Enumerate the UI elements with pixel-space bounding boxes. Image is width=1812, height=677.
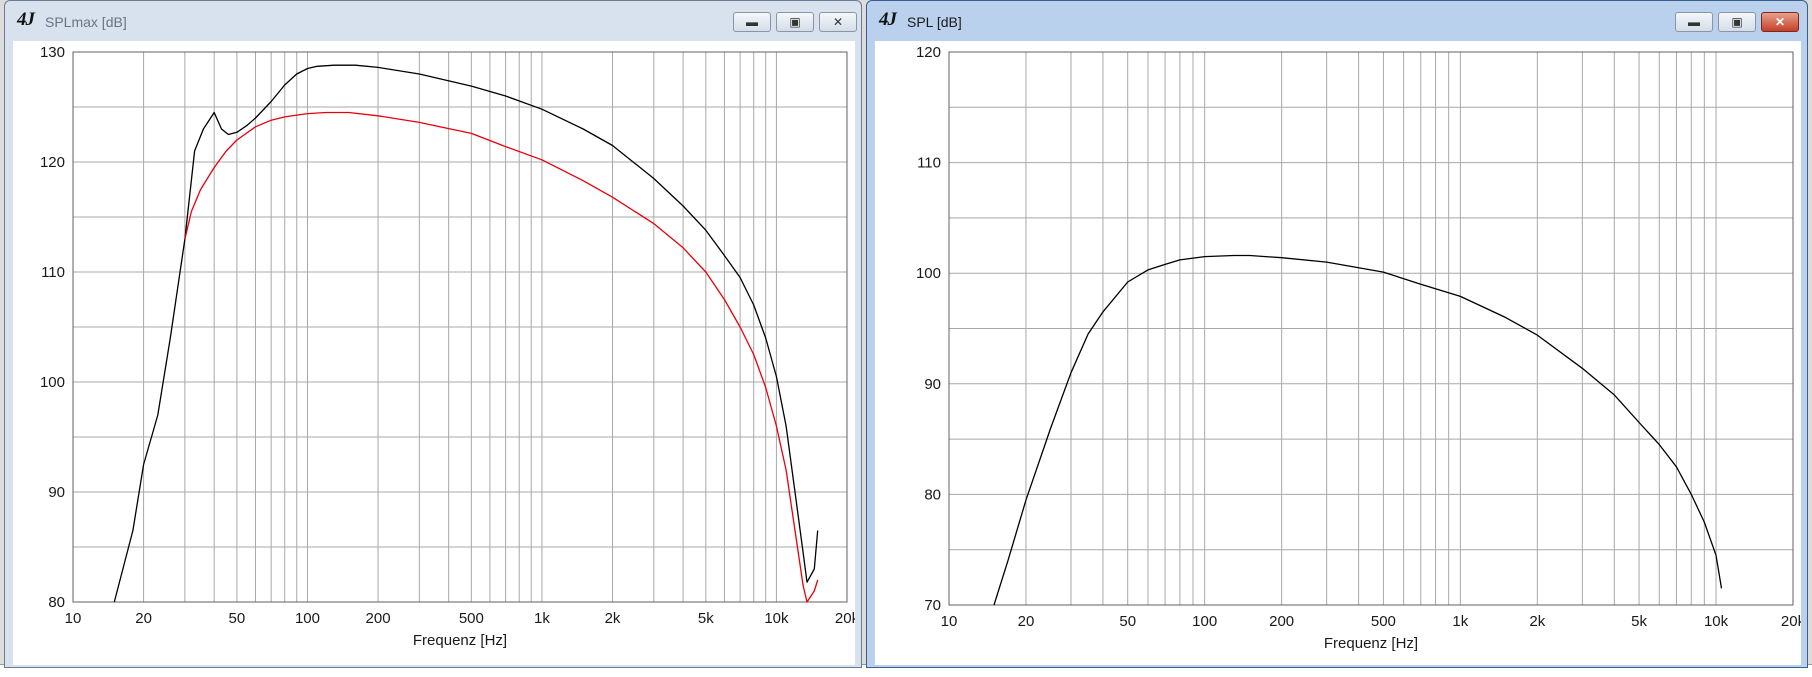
x-tick-label: 20 [135, 610, 152, 627]
chart-area: 80 90 100 110 120 130 10 20 50 100 200 500 1k 2k 5k 10k… [13, 41, 860, 665]
y-tick-label: 110 [41, 264, 65, 281]
close-icon: ✕ [832, 15, 844, 29]
close-button[interactable]: ✕ [819, 12, 857, 32]
x-axis-label: Frequenz [Hz] [413, 632, 507, 649]
x-tick-label: 20k [1781, 613, 1801, 630]
window-title: SPL [dB] [907, 14, 962, 30]
maximize-icon: ▣ [789, 15, 801, 29]
x-tick-label: 2k [1529, 613, 1545, 630]
close-icon: ✕ [1774, 15, 1786, 29]
y-tick-label: 130 [40, 44, 65, 61]
minimize-icon: ▬ [1688, 15, 1700, 29]
y-tick-label: 100 [916, 265, 941, 282]
title-bar[interactable]: 4J SPLmax [dB] ▬ ▣ ✕ [5, 1, 861, 41]
x-tick-label: 5k [1631, 613, 1647, 630]
y-tick-label: 90 [924, 376, 941, 393]
x-tick-label: 500 [459, 610, 484, 627]
x-tick-label: 2k [605, 610, 621, 627]
minimize-button[interactable]: ▬ [1675, 12, 1713, 32]
x-tick-label: 1k [534, 610, 550, 627]
x-tick-label: 100 [295, 610, 320, 627]
x-tick-label: 10k [1704, 613, 1729, 630]
x-tick-label: 10 [65, 610, 82, 627]
x-tick-label: 200 [1269, 613, 1294, 630]
y-tick-label: 100 [40, 374, 65, 391]
app-logo-icon: 4J [17, 9, 35, 30]
y-tick-label: 70 [924, 597, 941, 614]
y-tick-label: 80 [924, 486, 941, 503]
x-axis-label: Frequenz [Hz] [1324, 635, 1418, 652]
x-tick-label: 10 [941, 613, 958, 630]
maximize-button[interactable]: ▣ [1718, 12, 1756, 32]
chart-area: 70 80 90 100 110 120 10 20 50 100 200 500 1k 2k 5k 10k 2… [875, 41, 1806, 665]
x-tick-label: 5k [698, 610, 714, 627]
window-splmax[interactable]: 4J SPLmax [dB] ▬ ▣ ✕ 80 90 100 110 120 130 10 2… [4, 0, 862, 668]
x-tick-label: 500 [1371, 613, 1396, 630]
x-tick-label: 50 [229, 610, 246, 627]
close-button[interactable]: ✕ [1761, 12, 1799, 32]
y-tick-label: 110 [917, 155, 941, 172]
x-tick-label: 200 [366, 610, 391, 627]
y-tick-label: 90 [48, 484, 65, 501]
x-tick-label: 50 [1119, 613, 1136, 630]
y-tick-label: 120 [916, 44, 941, 61]
title-bar[interactable]: 4J SPL [dB] ▬ ▣ ✕ [867, 1, 1807, 41]
x-tick-label: 100 [1192, 613, 1217, 630]
chart-splmax: 80 90 100 110 120 130 10 20 50 100 200 500 1k 2k 5k 10k… [40, 44, 860, 649]
app-logo-icon: 4J [879, 9, 897, 30]
x-tick-label: 10k [764, 610, 789, 627]
x-tick-label: 1k [1452, 613, 1468, 630]
maximize-button[interactable]: ▣ [776, 12, 814, 32]
y-tick-label: 120 [40, 154, 65, 171]
maximize-icon: ▣ [1731, 15, 1743, 29]
window-title: SPLmax [dB] [45, 14, 127, 30]
minimize-button[interactable]: ▬ [733, 12, 771, 32]
y-tick-label: 80 [48, 594, 65, 611]
x-tick-label: 20 [1018, 613, 1035, 630]
window-spl[interactable]: 4J SPL [dB] ▬ ▣ ✕ 70 80 90 100 110 120 10 20 50 1… [866, 0, 1808, 668]
chart-spl: 70 80 90 100 110 120 10 20 50 100 200 500 1k 2k 5k 10k 2… [916, 44, 1806, 652]
minimize-icon: ▬ [746, 15, 758, 29]
x-tick-label: 20k [835, 610, 855, 627]
